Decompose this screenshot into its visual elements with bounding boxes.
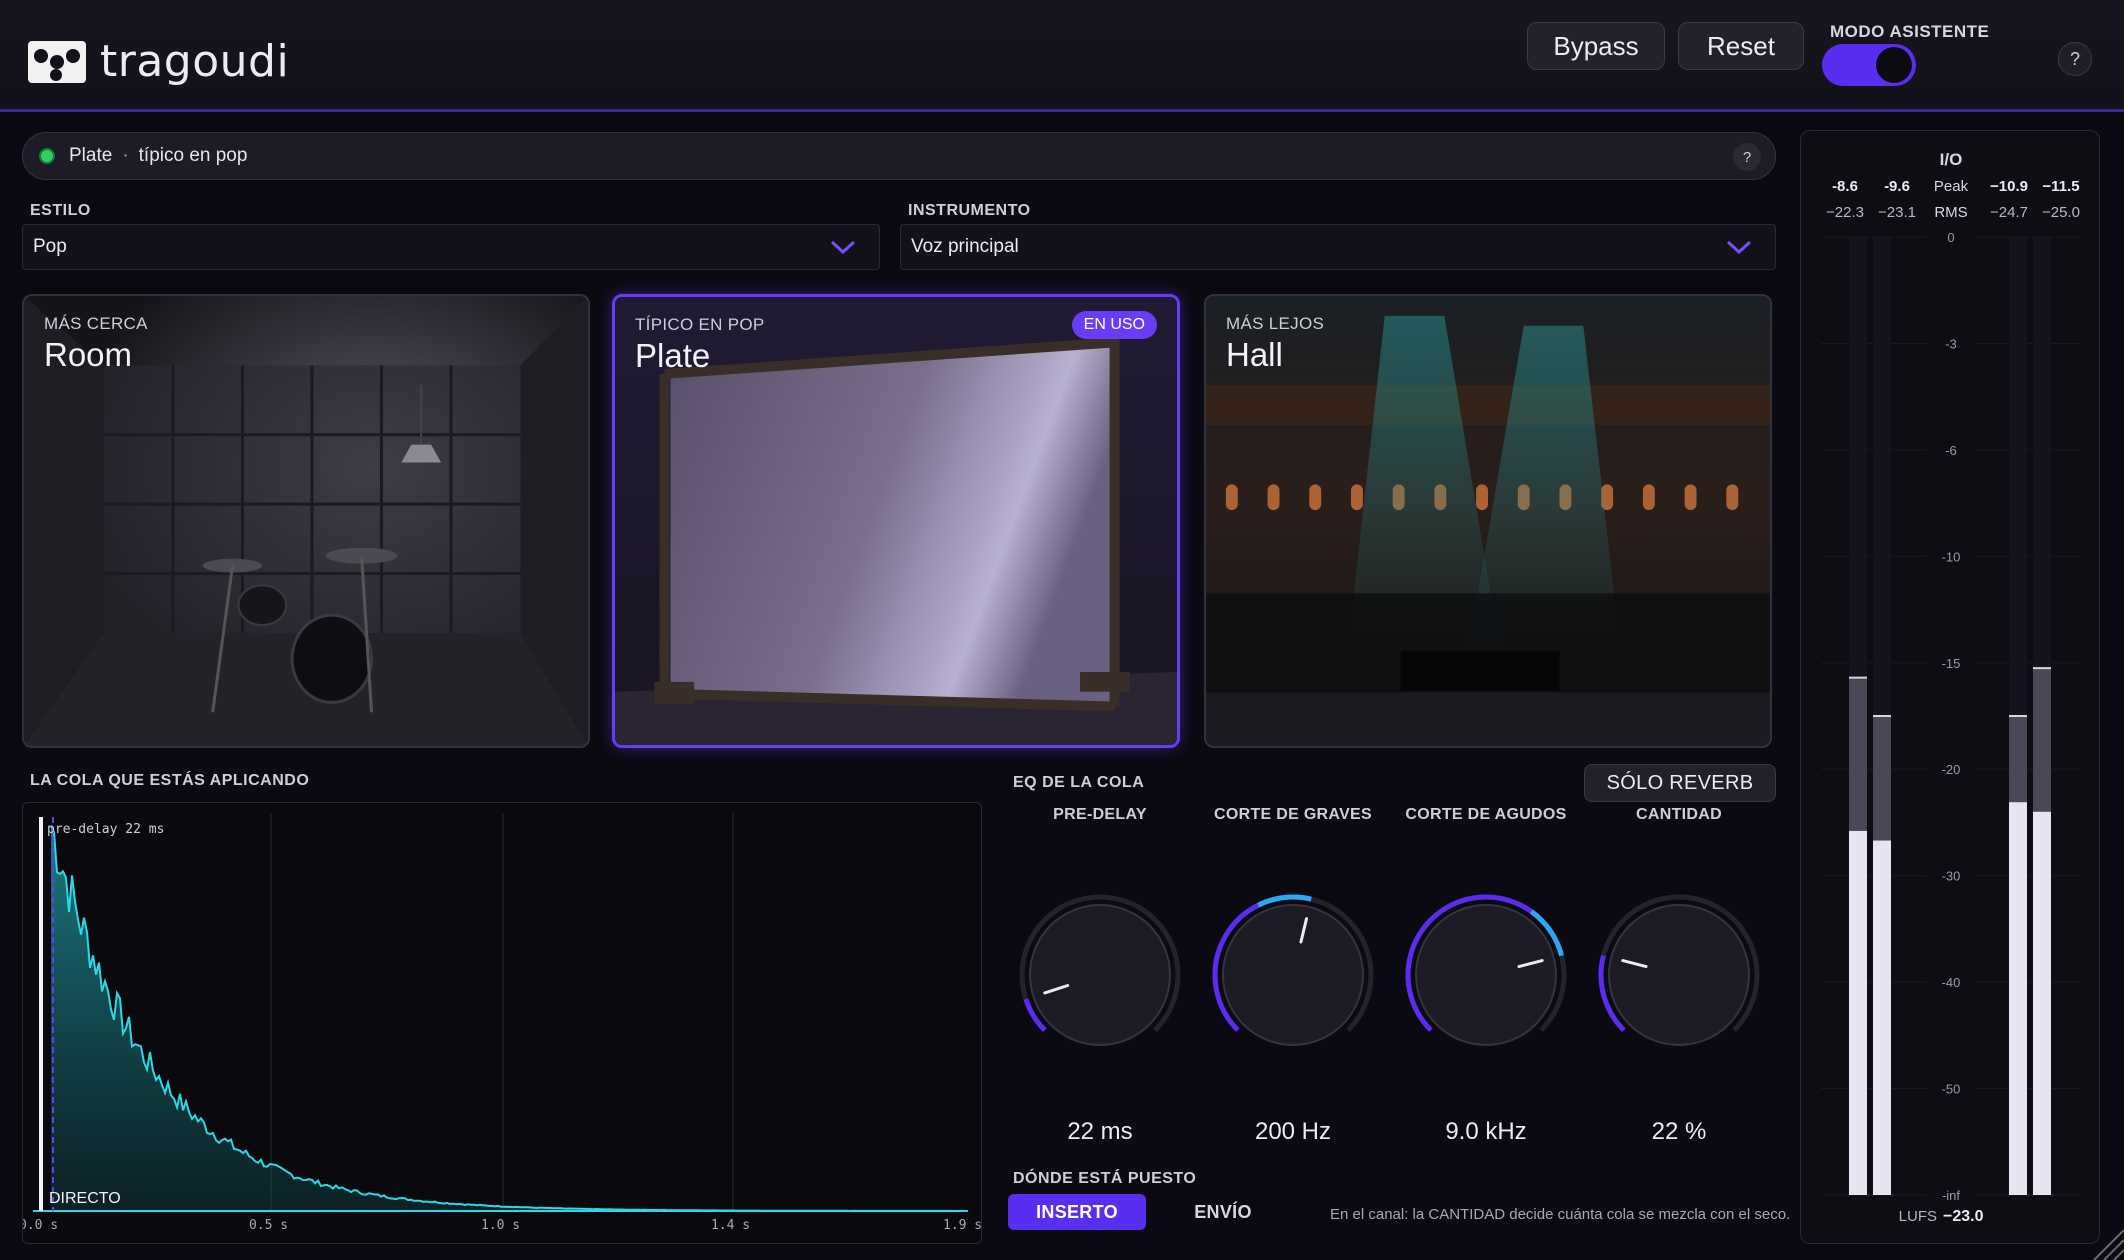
meter-scale-label: -6 [1945,443,1957,458]
knob-body [1608,904,1750,1046]
instrument-label: INSTRUMENTO [908,202,1031,219]
knob-label-high-cut: CORTE DE AGUDOS [1405,806,1567,823]
bypass-button[interactable]: Bypass [1527,22,1665,70]
style-select-value: Pop [33,236,67,257]
output-meter-right-rms [2033,811,2051,1195]
card-title: Plate [635,337,711,374]
meter-scale-label: 0 [1947,230,1954,245]
tail-graph-label: LA COLA QUE ESTÁS APLICANDO [30,772,310,789]
meter-scale-label: -50 [1942,1082,1961,1097]
placement-label: DÓNDE ESTÁ PUESTO [1013,1170,1197,1187]
instrument-select-value: Voz principal [911,236,1019,257]
hall-scene-image [1206,296,1770,746]
knob-body [1222,904,1364,1046]
rms-label: RMS [1934,204,1967,221]
insert-button[interactable]: INSERTO [1008,1194,1146,1230]
card-caption: MÁS CERCA [44,314,148,333]
knob-label-predelay: PRE-DELAY [1053,806,1147,823]
logo-mark-icon [28,40,86,83]
reset-button[interactable]: Reset [1678,22,1804,70]
placement-hint: En el canal: la CANTIDAD decide cuánta c… [1330,1206,1791,1223]
meter-scale-label: -3 [1945,336,1957,351]
io-meter-panel: I/O -8.6 -9.6 Peak −10.9 −11.5 −22.3 −23… [1800,130,2100,1244]
knob-label-low-cut: CORTE DE GRAVES [1214,806,1372,823]
low-cut-knob[interactable] [1208,890,1378,1060]
x-tick-label: 1.4 s [711,1218,750,1233]
preset-card-hall[interactable]: MÁS LEJOS Hall [1204,294,1772,748]
preset-card-plate[interactable]: TÍPICO EN POP Plate EN USO [612,294,1180,748]
x-tick-label: 1.0 s [481,1218,520,1233]
status-preset-name: Plate [69,145,113,166]
card-caption: TÍPICO EN POP [635,315,765,334]
knob-value-low-cut: 200 Hz [1254,1118,1332,1145]
preset-card-room[interactable]: MÁS CERCA Room [22,294,590,748]
header-bar: tragoudi Bypass Reset MODO ASISTENTE ? [0,0,2124,112]
meter-scale-label: -30 [1942,869,1961,884]
status-indicator-icon [39,148,55,164]
output-peak-left: −10.9 [1990,178,2028,195]
input-peak-left: -8.6 [1832,178,1858,195]
status-separator: · [122,145,129,166]
style-label: ESTILO [30,202,91,219]
status-description: típico en pop [138,145,248,166]
logo-text: tragoudi [100,36,290,87]
meter-scale-label: -40 [1942,975,1961,990]
meter-scale-label: -10 [1942,549,1961,564]
input-meter-right-rms [1873,840,1891,1195]
lufs-value: −23.0 [1943,1208,1984,1225]
x-tick-label: 1.9 s [943,1218,982,1233]
card-caption: MÁS LEJOS [1226,314,1325,333]
io-title: I/O [1940,150,1963,169]
input-rms-left: −22.3 [1826,204,1864,221]
assistant-mode-label: MODO ASISTENTE [1830,22,1990,41]
tail-graph: pre-delay 22 ms DIRECTO 0.0 s 0.5 s 1.0 … [22,802,982,1244]
predelay-knob[interactable] [1015,890,1185,1060]
input-rms-right: −23.1 [1878,204,1916,221]
resize-grip-icon[interactable] [2084,1220,2124,1260]
app-logo: tragoudi [28,36,289,87]
predelay-annotation: pre-delay 22 ms [47,822,164,837]
input-meter-left-rms [1849,830,1867,1195]
peak-label: Peak [1934,178,1969,195]
lufs-label: LUFS [1899,1208,1937,1225]
x-tick-label: 0.5 s [249,1218,288,1233]
meter-scale-label: -inf [1942,1188,1960,1203]
tail-area [51,825,968,1211]
knob-value-amount: 22 % [1651,1118,1707,1145]
instrument-select[interactable]: Voz principal [900,224,1776,270]
amount-knob[interactable] [1594,890,1764,1060]
meter-scale-label: -15 [1942,656,1961,671]
output-peak-right: −11.5 [2042,178,2079,195]
chevron-down-icon [830,240,856,255]
status-help-button[interactable]: ? [1733,143,1761,171]
in-use-badge: EN USO [1071,311,1157,339]
knob-value-predelay: 22 ms [1067,1118,1133,1145]
eq-section-label: EQ DE LA COLA [1013,774,1145,791]
io-meter-svg: I/O -8.6 -9.6 Peak −10.9 −11.5 −22.3 −23… [1821,150,2081,1225]
knob-body [1029,904,1171,1046]
send-button[interactable]: ENVÍO [1158,1194,1288,1230]
knob-label-amount: CANTIDAD [1636,806,1722,823]
input-peak-right: -9.6 [1884,178,1910,195]
knob-body [1415,904,1557,1046]
tail-curve-svg: pre-delay 22 ms DIRECTO 0.0 s 0.5 s 1.0 … [23,813,982,1233]
meter-scale-label: -20 [1942,762,1961,777]
card-title: Room [44,336,133,373]
help-button[interactable]: ? [2058,42,2092,76]
output-rms-left: −24.7 [1990,204,2028,221]
style-select[interactable]: Pop [22,224,880,270]
assistant-mode-toggle[interactable] [1822,44,1916,86]
solo-reverb-button[interactable]: SÓLO REVERB [1584,764,1776,802]
output-rms-right: −25.0 [2042,204,2080,221]
card-title: Hall [1226,336,1283,373]
direct-label: DIRECTO [49,1190,121,1207]
toggle-knob [1876,47,1912,83]
chevron-down-icon [1726,240,1752,255]
knob-value-high-cut: 9.0 kHz [1445,1118,1527,1145]
preset-status-bar: Plate · típico en pop ? [22,132,1776,180]
output-meter-left-rms [2009,802,2027,1195]
high-cut-knob[interactable] [1401,890,1571,1060]
x-tick-label: 0.0 s [23,1218,58,1233]
knob-value-arc-highlight [1257,894,1312,908]
